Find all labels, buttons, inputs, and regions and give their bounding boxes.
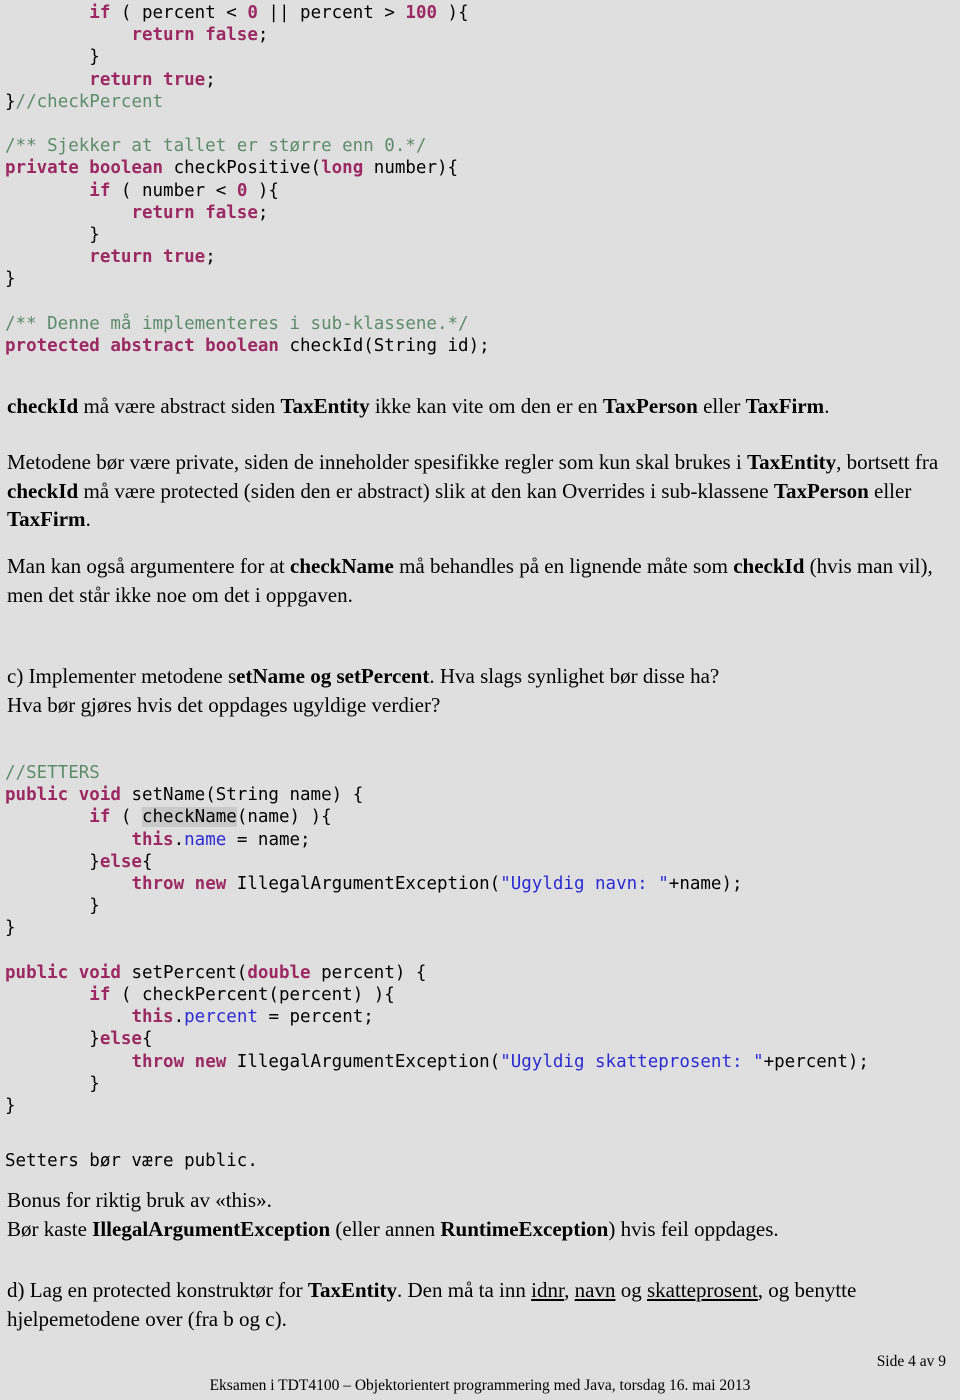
- code-block-setters: //SETTERS public void setName(String nam…: [0, 762, 869, 1117]
- code-line: /** Sjekker at tallet er større enn 0.*/: [5, 136, 427, 157]
- document-page: if ( percent < 0 || percent > 100 ){ ret…: [0, 0, 960, 1400]
- footer-exam-line: Eksamen i TDT4100 – Objektorientert prog…: [209, 1377, 751, 1394]
- code-line: }: [89, 896, 100, 917]
- code-line: }//checkPercent: [5, 91, 164, 112]
- code-line: protected abstract boolean checkId(Strin…: [5, 336, 490, 357]
- code-line: /** Denne må implementeres i sub-klassen…: [5, 313, 469, 334]
- code-line: //SETTERS: [5, 763, 100, 783]
- code-line: }: [89, 47, 100, 68]
- code-block-check-methods: if ( percent < 0 || percent > 100 ){ ret…: [0, 2, 490, 357]
- footer-page-number: Side 4 av 9: [876, 1353, 946, 1370]
- code-line: if ( checkName(name) ){: [89, 807, 332, 828]
- code-line: }: [5, 1096, 16, 1117]
- code-line: if ( percent < 0 || percent > 100 ){: [89, 3, 469, 23]
- code-line: throw new IllegalArgumentException("Ugyl…: [131, 1051, 869, 1072]
- code-line: public void setPercent(double percent) {: [5, 962, 427, 983]
- code-line: return false;: [131, 202, 269, 223]
- code-line: if ( number < 0 ){: [89, 180, 279, 201]
- code-line: }else{: [5, 851, 153, 872]
- code-line: }: [89, 1073, 100, 1094]
- code-line: return true;: [89, 69, 216, 90]
- code-line: if ( checkPercent(percent) ){: [89, 985, 395, 1006]
- code-line: this.percent = percent;: [131, 1007, 374, 1028]
- code-line: public void setName(String name) {: [5, 785, 364, 806]
- code-line: }: [89, 225, 100, 246]
- paragraph-task-c: c) Implementer metodene setName og setPe…: [7, 664, 720, 717]
- code-line: return true;: [89, 247, 216, 268]
- code-line: }else{: [5, 1029, 153, 1050]
- code-line: throw new IllegalArgumentException("Ugyl…: [131, 874, 743, 895]
- paragraph-metodene-private: Metodene bør være private, siden de inne…: [7, 450, 939, 531]
- code-line: private boolean checkPositive(long numbe…: [5, 158, 459, 179]
- code-line: }: [5, 269, 16, 290]
- paragraph-man-kan-ogsa: Man kan også argumentere for at checkNam…: [7, 554, 933, 607]
- code-line: }: [5, 918, 16, 939]
- paragraph-checkid-abstract: checkId må være abstract siden TaxEntity…: [7, 394, 830, 418]
- paragraph-bonus-note: Bonus for riktig bruk av «this». Bør kast…: [7, 1188, 779, 1241]
- code-line: return false;: [131, 25, 269, 46]
- code-line: this.name = name;: [131, 829, 311, 850]
- setters-note-monospace: Setters bør være public.: [5, 1151, 258, 1171]
- paragraph-task-d: d) Lag en protected konstruktør for TaxE…: [7, 1278, 857, 1331]
